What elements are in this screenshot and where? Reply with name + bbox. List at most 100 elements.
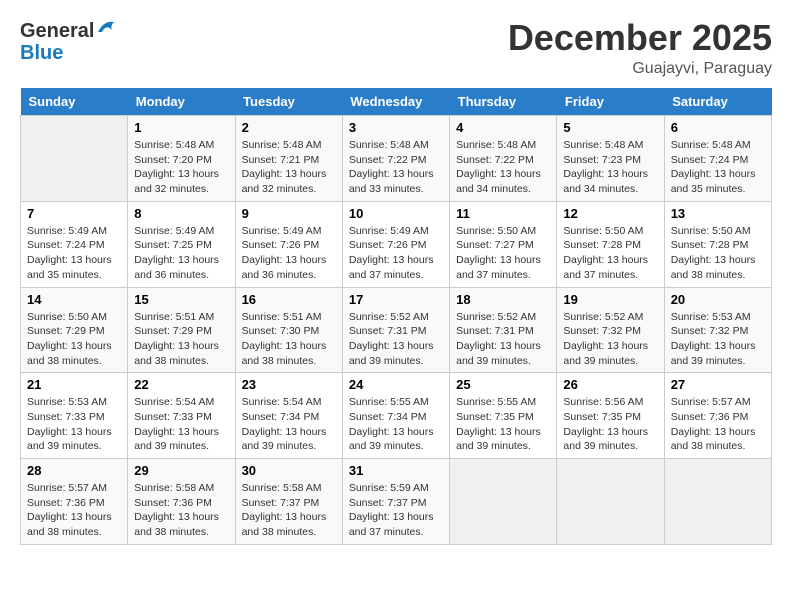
day-number: 20 xyxy=(671,292,765,307)
day-info: Sunrise: 5:49 AMSunset: 7:24 PMDaylight:… xyxy=(27,224,121,283)
day-info: Sunrise: 5:51 AMSunset: 7:29 PMDaylight:… xyxy=(134,310,228,369)
calendar-week-5: 28 Sunrise: 5:57 AMSunset: 7:36 PMDaylig… xyxy=(21,459,772,545)
calendar-cell: 17 Sunrise: 5:52 AMSunset: 7:31 PMDaylig… xyxy=(342,287,449,373)
calendar-cell: 3 Sunrise: 5:48 AMSunset: 7:22 PMDayligh… xyxy=(342,116,449,202)
logo: General Blue xyxy=(20,20,118,64)
day-number: 23 xyxy=(242,377,336,392)
day-info: Sunrise: 5:48 AMSunset: 7:22 PMDaylight:… xyxy=(456,138,550,197)
calendar-cell: 13 Sunrise: 5:50 AMSunset: 7:28 PMDaylig… xyxy=(664,201,771,287)
day-info: Sunrise: 5:53 AMSunset: 7:33 PMDaylight:… xyxy=(27,395,121,454)
header-day-saturday: Saturday xyxy=(664,88,771,116)
logo-general-text: General xyxy=(20,20,94,42)
calendar-cell: 7 Sunrise: 5:49 AMSunset: 7:24 PMDayligh… xyxy=(21,201,128,287)
calendar-cell: 25 Sunrise: 5:55 AMSunset: 7:35 PMDaylig… xyxy=(450,373,557,459)
day-number: 11 xyxy=(456,206,550,221)
calendar-cell: 1 Sunrise: 5:48 AMSunset: 7:20 PMDayligh… xyxy=(128,116,235,202)
day-info: Sunrise: 5:51 AMSunset: 7:30 PMDaylight:… xyxy=(242,310,336,369)
day-info: Sunrise: 5:49 AMSunset: 7:26 PMDaylight:… xyxy=(349,224,443,283)
month-title: December 2025 xyxy=(508,20,772,56)
calendar-cell: 30 Sunrise: 5:58 AMSunset: 7:37 PMDaylig… xyxy=(235,459,342,545)
day-info: Sunrise: 5:58 AMSunset: 7:36 PMDaylight:… xyxy=(134,481,228,540)
calendar-cell: 6 Sunrise: 5:48 AMSunset: 7:24 PMDayligh… xyxy=(664,116,771,202)
day-number: 2 xyxy=(242,120,336,135)
day-info: Sunrise: 5:52 AMSunset: 7:31 PMDaylight:… xyxy=(349,310,443,369)
day-info: Sunrise: 5:55 AMSunset: 7:35 PMDaylight:… xyxy=(456,395,550,454)
calendar-cell: 12 Sunrise: 5:50 AMSunset: 7:28 PMDaylig… xyxy=(557,201,664,287)
header-day-monday: Monday xyxy=(128,88,235,116)
day-number: 1 xyxy=(134,120,228,135)
calendar-cell: 8 Sunrise: 5:49 AMSunset: 7:25 PMDayligh… xyxy=(128,201,235,287)
day-info: Sunrise: 5:49 AMSunset: 7:25 PMDaylight:… xyxy=(134,224,228,283)
calendar-cell: 23 Sunrise: 5:54 AMSunset: 7:34 PMDaylig… xyxy=(235,373,342,459)
calendar-cell: 9 Sunrise: 5:49 AMSunset: 7:26 PMDayligh… xyxy=(235,201,342,287)
day-number: 27 xyxy=(671,377,765,392)
day-info: Sunrise: 5:48 AMSunset: 7:22 PMDaylight:… xyxy=(349,138,443,197)
location-subtitle: Guajayvi, Paraguay xyxy=(508,60,772,78)
header-day-sunday: Sunday xyxy=(21,88,128,116)
logo-blue-text: Blue xyxy=(20,42,118,64)
calendar-cell: 29 Sunrise: 5:58 AMSunset: 7:36 PMDaylig… xyxy=(128,459,235,545)
header-day-friday: Friday xyxy=(557,88,664,116)
calendar-cell: 24 Sunrise: 5:55 AMSunset: 7:34 PMDaylig… xyxy=(342,373,449,459)
day-number: 17 xyxy=(349,292,443,307)
day-number: 10 xyxy=(349,206,443,221)
calendar-cell: 21 Sunrise: 5:53 AMSunset: 7:33 PMDaylig… xyxy=(21,373,128,459)
day-number: 29 xyxy=(134,463,228,478)
day-number: 15 xyxy=(134,292,228,307)
day-number: 12 xyxy=(563,206,657,221)
day-number: 14 xyxy=(27,292,121,307)
calendar-cell: 27 Sunrise: 5:57 AMSunset: 7:36 PMDaylig… xyxy=(664,373,771,459)
calendar-cell: 14 Sunrise: 5:50 AMSunset: 7:29 PMDaylig… xyxy=(21,287,128,373)
day-number: 7 xyxy=(27,206,121,221)
header-day-wednesday: Wednesday xyxy=(342,88,449,116)
day-number: 22 xyxy=(134,377,228,392)
day-info: Sunrise: 5:57 AMSunset: 7:36 PMDaylight:… xyxy=(27,481,121,540)
day-number: 5 xyxy=(563,120,657,135)
calendar-cell xyxy=(450,459,557,545)
day-number: 25 xyxy=(456,377,550,392)
day-info: Sunrise: 5:48 AMSunset: 7:20 PMDaylight:… xyxy=(134,138,228,197)
day-info: Sunrise: 5:55 AMSunset: 7:34 PMDaylight:… xyxy=(349,395,443,454)
day-info: Sunrise: 5:50 AMSunset: 7:28 PMDaylight:… xyxy=(671,224,765,283)
day-number: 4 xyxy=(456,120,550,135)
day-number: 3 xyxy=(349,120,443,135)
day-info: Sunrise: 5:48 AMSunset: 7:23 PMDaylight:… xyxy=(563,138,657,197)
day-number: 9 xyxy=(242,206,336,221)
calendar-cell: 10 Sunrise: 5:49 AMSunset: 7:26 PMDaylig… xyxy=(342,201,449,287)
day-number: 18 xyxy=(456,292,550,307)
calendar-week-4: 21 Sunrise: 5:53 AMSunset: 7:33 PMDaylig… xyxy=(21,373,772,459)
calendar-cell: 16 Sunrise: 5:51 AMSunset: 7:30 PMDaylig… xyxy=(235,287,342,373)
calendar-week-1: 1 Sunrise: 5:48 AMSunset: 7:20 PMDayligh… xyxy=(21,116,772,202)
title-block: December 2025 Guajayvi, Paraguay xyxy=(508,20,772,78)
day-info: Sunrise: 5:57 AMSunset: 7:36 PMDaylight:… xyxy=(671,395,765,454)
calendar-cell: 22 Sunrise: 5:54 AMSunset: 7:33 PMDaylig… xyxy=(128,373,235,459)
logo-bird-icon xyxy=(96,18,118,38)
calendar-cell xyxy=(557,459,664,545)
day-info: Sunrise: 5:50 AMSunset: 7:29 PMDaylight:… xyxy=(27,310,121,369)
calendar-cell: 20 Sunrise: 5:53 AMSunset: 7:32 PMDaylig… xyxy=(664,287,771,373)
calendar-cell: 18 Sunrise: 5:52 AMSunset: 7:31 PMDaylig… xyxy=(450,287,557,373)
day-number: 28 xyxy=(27,463,121,478)
calendar-cell: 5 Sunrise: 5:48 AMSunset: 7:23 PMDayligh… xyxy=(557,116,664,202)
calendar-week-3: 14 Sunrise: 5:50 AMSunset: 7:29 PMDaylig… xyxy=(21,287,772,373)
day-info: Sunrise: 5:48 AMSunset: 7:24 PMDaylight:… xyxy=(671,138,765,197)
calendar-cell: 11 Sunrise: 5:50 AMSunset: 7:27 PMDaylig… xyxy=(450,201,557,287)
day-number: 21 xyxy=(27,377,121,392)
day-info: Sunrise: 5:49 AMSunset: 7:26 PMDaylight:… xyxy=(242,224,336,283)
calendar-cell xyxy=(21,116,128,202)
day-number: 8 xyxy=(134,206,228,221)
header-day-tuesday: Tuesday xyxy=(235,88,342,116)
day-number: 16 xyxy=(242,292,336,307)
calendar-cell: 2 Sunrise: 5:48 AMSunset: 7:21 PMDayligh… xyxy=(235,116,342,202)
day-number: 6 xyxy=(671,120,765,135)
calendar-cell: 28 Sunrise: 5:57 AMSunset: 7:36 PMDaylig… xyxy=(21,459,128,545)
calendar-cell: 26 Sunrise: 5:56 AMSunset: 7:35 PMDaylig… xyxy=(557,373,664,459)
calendar-cell: 31 Sunrise: 5:59 AMSunset: 7:37 PMDaylig… xyxy=(342,459,449,545)
calendar-table: SundayMondayTuesdayWednesdayThursdayFrid… xyxy=(20,88,772,545)
header-day-thursday: Thursday xyxy=(450,88,557,116)
day-info: Sunrise: 5:50 AMSunset: 7:28 PMDaylight:… xyxy=(563,224,657,283)
day-info: Sunrise: 5:50 AMSunset: 7:27 PMDaylight:… xyxy=(456,224,550,283)
day-number: 24 xyxy=(349,377,443,392)
day-number: 13 xyxy=(671,206,765,221)
day-info: Sunrise: 5:54 AMSunset: 7:34 PMDaylight:… xyxy=(242,395,336,454)
